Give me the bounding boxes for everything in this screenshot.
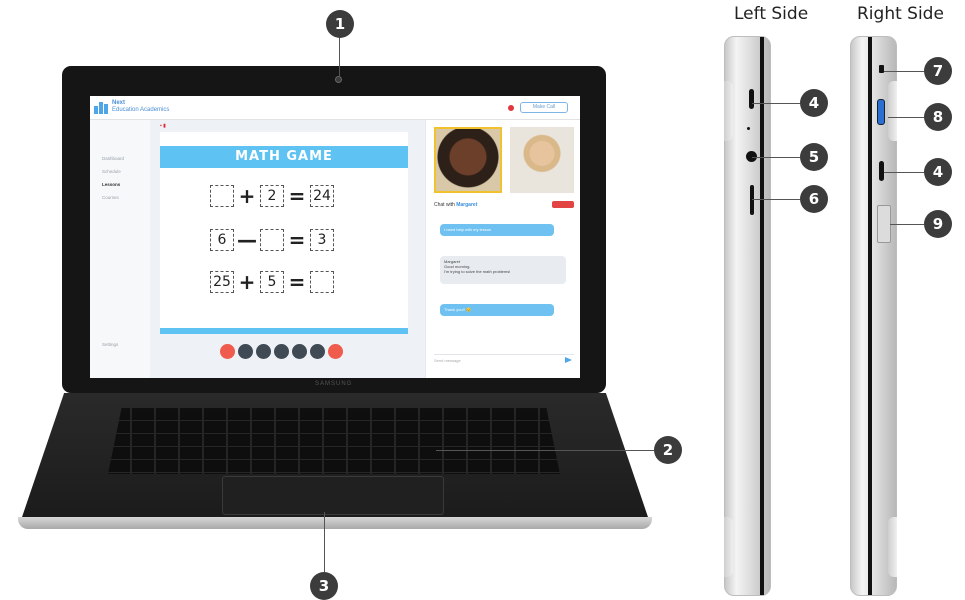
share-screen-icon[interactable] <box>274 344 289 359</box>
screen-sidebar: Dashboard Schedule Lessons Courses Setti… <box>90 120 150 378</box>
laptop-screen: Next Education Academics Make Call Dashb… <box>90 96 580 378</box>
sidebar-item-settings[interactable]: Settings <box>102 342 150 347</box>
participants-icon[interactable] <box>292 344 307 359</box>
academy-title-line1: Next <box>112 100 126 106</box>
equation-row: + 2 = 24 <box>210 184 334 208</box>
equation-row: 6 — = 3 <box>210 228 334 252</box>
leader-line <box>884 172 924 173</box>
teacher-video <box>510 127 574 193</box>
keyboard-rows <box>108 408 560 474</box>
chat-message: Thank you!! 😊 <box>440 304 554 316</box>
equals: = <box>288 184 306 208</box>
math-game-panel: ▪ ▮ MATH GAME + 2 = 24 6 — = 3 25 + 5 = <box>160 123 408 334</box>
answer-box[interactable]: 3 <box>310 229 334 251</box>
left-side-view <box>724 36 771 596</box>
chat-message: I need help with my lesson <box>440 224 554 236</box>
answer-box[interactable]: 24 <box>310 185 334 207</box>
laptop-brand: SAMSUNG <box>315 381 353 387</box>
callout-3: 3 <box>310 572 338 600</box>
make-call-button[interactable]: Make Call <box>520 102 568 113</box>
academy-logo-icon <box>94 100 110 114</box>
callout-1: 1 <box>326 10 354 38</box>
leader-line <box>752 103 800 104</box>
equals: = <box>288 270 306 294</box>
touchpad <box>222 476 444 515</box>
hinge-bump <box>724 81 733 141</box>
more-icon[interactable] <box>310 344 325 359</box>
callout-2: 2 <box>654 436 682 464</box>
math-game-footer <box>160 328 408 334</box>
answer-box[interactable]: 5 <box>260 271 284 293</box>
leader-line <box>339 34 340 76</box>
chat-message: Margaret Good morning. I'm trying to sol… <box>440 256 566 284</box>
leader-line <box>884 71 924 72</box>
callout-9: 9 <box>924 210 952 238</box>
student-video <box>434 127 502 193</box>
flag-icon: ▪ ▮ <box>160 123 166 129</box>
call-controls <box>220 344 343 359</box>
webcam <box>335 76 342 83</box>
leader-line <box>752 199 800 200</box>
lid-seam <box>868 37 872 595</box>
callout-4-right: 4 <box>924 158 952 186</box>
leader-line <box>890 224 924 225</box>
sidebar-item-lessons[interactable]: Lessons <box>102 182 150 187</box>
chat-input[interactable]: Send message <box>434 354 574 365</box>
academy-title: Next Education Academics <box>112 100 169 114</box>
answer-box[interactable] <box>310 271 334 293</box>
leader-line <box>436 450 654 451</box>
usb-c-port-left <box>749 89 754 109</box>
chat-input-placeholder: Send message <box>434 358 461 363</box>
mic-icon[interactable] <box>238 344 253 359</box>
operator: + <box>238 270 256 294</box>
leader-line <box>888 117 924 118</box>
leader-line <box>752 157 800 158</box>
sidebar-item-courses[interactable]: Courses <box>102 195 150 200</box>
answer-box[interactable] <box>210 185 234 207</box>
camera-icon[interactable] <box>256 344 271 359</box>
callout-5: 5 <box>800 143 828 171</box>
hinge-bump <box>888 81 897 141</box>
callout-6: 6 <box>800 185 828 213</box>
academy-title-line2: Education Academics <box>112 107 170 113</box>
operator: + <box>238 184 256 208</box>
end-call-icon[interactable] <box>328 344 343 359</box>
chat-label-name: Margaret <box>456 202 478 208</box>
callout-4: 4 <box>800 89 828 117</box>
close-chat-button[interactable] <box>552 201 574 208</box>
chat-panel: Chat with Margaret I need help with my l… <box>425 120 580 378</box>
answer-box[interactable]: 2 <box>260 185 284 207</box>
lid-seam <box>760 37 764 595</box>
equals: = <box>288 228 306 252</box>
equation-row: 25 + 5 = <box>210 270 334 294</box>
foot-bump <box>888 517 897 577</box>
sidebar-item-schedule[interactable]: Schedule <box>102 169 150 174</box>
notification-icon[interactable] <box>508 105 514 111</box>
microsd-slot <box>750 185 754 215</box>
led-indicator <box>747 127 750 130</box>
left-side-title: Left Side <box>734 4 809 24</box>
usb-a-port <box>877 99 885 125</box>
answer-box[interactable]: 6 <box>210 229 234 251</box>
answer-box[interactable] <box>260 229 284 251</box>
callout-7: 7 <box>924 57 952 85</box>
right-side-view <box>850 36 897 596</box>
usb-c-port-right <box>879 161 884 181</box>
sim-tray <box>877 205 891 243</box>
chat-label: Chat with Margaret <box>434 202 477 208</box>
screen-header: Next Education Academics Make Call <box>90 96 580 120</box>
callout-8: 8 <box>924 103 952 131</box>
math-game-title: MATH GAME <box>160 146 408 168</box>
send-icon[interactable] <box>565 357 572 363</box>
foot-bump <box>724 517 733 577</box>
back-icon[interactable] <box>220 344 235 359</box>
operator: — <box>237 228 257 252</box>
chat-label-prefix: Chat with <box>434 202 455 208</box>
sidebar-item-dashboard[interactable]: Dashboard <box>102 156 150 161</box>
answer-box[interactable]: 25 <box>210 271 234 293</box>
right-side-title: Right Side <box>857 4 944 24</box>
laptop-base-edge <box>18 517 652 529</box>
leader-line <box>324 512 325 574</box>
